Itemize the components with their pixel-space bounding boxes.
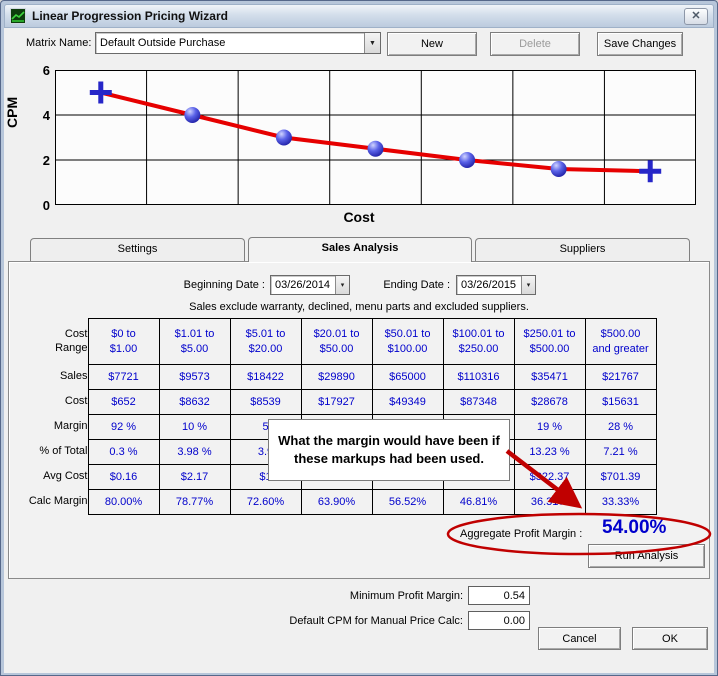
cost-range-row-header: Cost Range [4, 319, 88, 365]
table-cell: $21767 [585, 365, 656, 390]
table-cell: $17927 [301, 390, 372, 415]
row-label: Sales [4, 365, 88, 390]
annotation-arrow [499, 443, 597, 521]
cost-axis-label: Cost [4, 209, 714, 225]
table-cell: 0.3 % [88, 440, 159, 465]
table-cell: $7721 [88, 365, 159, 390]
table-cell: 92 % [88, 415, 159, 440]
default-cpm-label: Default CPM for Manual Price Calc: [154, 615, 463, 627]
sales-exclusion-note: Sales exclude warranty, declined, menu p… [4, 301, 714, 313]
table-cell: $29890 [301, 365, 372, 390]
save-changes-button[interactable]: Save Changes [597, 32, 683, 56]
beginning-date-label: Beginning Date : [124, 279, 265, 291]
cancel-button[interactable]: Cancel [538, 627, 621, 650]
table-cell: 56.52% [372, 490, 443, 515]
y-tick-6: 6 [32, 63, 50, 78]
table-cell: $9573 [159, 365, 230, 390]
table-cell: 78.77% [159, 490, 230, 515]
minimum-profit-margin-input[interactable] [468, 586, 530, 605]
cost-range-column-header: $0 to $1.00 [88, 319, 159, 365]
table-cell: 10 % [159, 415, 230, 440]
chevron-down-icon[interactable]: ▾ [521, 276, 535, 294]
beginning-date-value: 03/26/2014 [271, 279, 335, 291]
matrix-name-value: Default Outside Purchase [96, 37, 364, 49]
cost-range-column-header: $250.01 to $500.00 [514, 319, 585, 365]
chart-point-marker[interactable] [184, 107, 200, 123]
table-cell: $87348 [443, 390, 514, 415]
ending-date-label: Ending Date : [336, 279, 450, 291]
cost-range-column-header: $500.00 and greater [585, 319, 656, 365]
new-button[interactable]: New [387, 32, 477, 56]
cost-range-column-header: $5.01 to $20.00 [230, 319, 301, 365]
ok-button[interactable]: OK [632, 627, 708, 650]
cost-range-column-header: $50.01 to $100.00 [372, 319, 443, 365]
table-row: Cost$652$8632$8539$17927$49349$87348$286… [4, 390, 656, 415]
y-tick-4: 4 [32, 108, 50, 123]
chart-point-marker[interactable] [459, 152, 475, 168]
app-icon [10, 8, 26, 24]
table-cell: $8539 [230, 390, 301, 415]
matrix-name-select[interactable]: Default Outside Purchase ▼ [95, 32, 381, 54]
ending-date-value: 03/26/2015 [457, 279, 521, 291]
window-title: Linear Progression Pricing Wizard [32, 9, 228, 23]
table-cell: 72.60% [230, 490, 301, 515]
row-label: Avg Cost [4, 465, 88, 490]
ending-date-select[interactable]: 03/26/2015 ▾ [456, 275, 536, 295]
row-label: Calc Margin [4, 490, 88, 515]
chevron-down-icon[interactable]: ▼ [364, 33, 380, 53]
table-cell: $49349 [372, 390, 443, 415]
tab-settings[interactable]: Settings [30, 238, 245, 261]
table-cell: $65000 [372, 365, 443, 390]
table-cell: $28678 [514, 390, 585, 415]
plot-border [56, 71, 696, 205]
matrix-name-label: Matrix Name: [26, 37, 91, 49]
dialog-client-area: Matrix Name: Default Outside Purchase ▼ … [4, 28, 714, 673]
title-bar: Linear Progression Pricing Wizard ✕ [4, 4, 714, 28]
table-cell: $0.16 [88, 465, 159, 490]
table-cell: $35471 [514, 365, 585, 390]
tab-sales-analysis[interactable]: Sales Analysis [248, 237, 472, 262]
table-cell: $652 [88, 390, 159, 415]
chart-endpoint-plus[interactable] [639, 160, 661, 182]
y-tick-2: 2 [32, 153, 50, 168]
default-cpm-input[interactable] [468, 611, 530, 630]
table-cell: $18422 [230, 365, 301, 390]
cpm-chart-svg[interactable] [55, 70, 696, 205]
annotation-callout: What the margin would have been if these… [268, 419, 510, 481]
chart-point-marker[interactable] [551, 161, 567, 177]
chart-endpoint-plus[interactable] [90, 82, 112, 104]
table-row: Sales$7721$9573$18422$29890$65000$110316… [4, 365, 656, 390]
annotation-ellipse [444, 511, 714, 557]
tab-suppliers[interactable]: Suppliers [475, 238, 690, 261]
close-button[interactable]: ✕ [684, 8, 708, 25]
chart-point-marker[interactable] [368, 141, 384, 157]
table-cell: 19 % [514, 415, 585, 440]
table-cell: $8632 [159, 390, 230, 415]
table-cell: 63.90% [301, 490, 372, 515]
table-cell: 80.00% [88, 490, 159, 515]
table-cell: 3.98 % [159, 440, 230, 465]
cpm-line [101, 93, 650, 172]
minimum-profit-margin-label: Minimum Profit Margin: [154, 590, 463, 602]
chart-point-marker[interactable] [276, 130, 292, 146]
row-label: Cost [4, 390, 88, 415]
cost-range-column-header: $1.01 to $5.00 [159, 319, 230, 365]
row-label: % of Total [4, 440, 88, 465]
cost-range-column-header: $20.01 to $50.00 [301, 319, 372, 365]
table-cell: $110316 [443, 365, 514, 390]
pricing-wizard-window: Linear Progression Pricing Wizard ✕ Matr… [0, 0, 718, 676]
table-cell: 28 % [585, 415, 656, 440]
cpm-axis-label: CPM [4, 112, 20, 128]
cost-range-column-header: $100.01 to $250.00 [443, 319, 514, 365]
delete-button[interactable]: Delete [490, 32, 580, 56]
row-label: Margin [4, 415, 88, 440]
table-cell: $15631 [585, 390, 656, 415]
table-cell: $2.17 [159, 465, 230, 490]
